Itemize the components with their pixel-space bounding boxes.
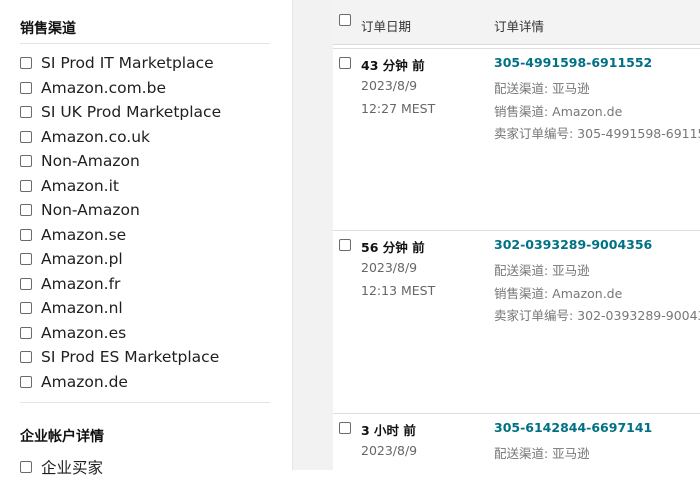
- channel-checkbox[interactable]: [20, 326, 32, 339]
- orders-table: 订单日期 订单详情 43 分钟 前 2023/8/9 12:27 MEST 30…: [333, 0, 700, 470]
- channel-checkbox[interactable]: [20, 277, 32, 290]
- table-row: 43 分钟 前 2023/8/9 12:27 MEST 305-4991598-…: [333, 48, 700, 229]
- channel-filter-option[interactable]: SI Prod ES Marketplace: [20, 345, 280, 370]
- channel-label: Amazon.se: [41, 225, 127, 244]
- order-id-link[interactable]: 305-6142844-6697141: [494, 420, 652, 435]
- order-date: 2023/8/9: [361, 260, 418, 275]
- order-age: 3 小时 前: [361, 423, 416, 438]
- table-row: 3 小时 前 2023/8/9 305-6142844-6697141 配送渠道…: [333, 413, 700, 470]
- order-age: 43 分钟 前: [361, 58, 425, 73]
- order-date: 2023/8/9: [361, 443, 418, 458]
- channel-filter-option[interactable]: Amazon.fr: [20, 272, 280, 297]
- sales-channel-title: 销售渠道: [20, 21, 76, 37]
- channel-label: Amazon.es: [41, 323, 127, 342]
- sales-channel: 销售渠道: Amazon.de: [494, 286, 623, 301]
- channel-filter-option[interactable]: SI Prod IT Marketplace: [20, 51, 280, 76]
- channel-filter-option[interactable]: Amazon.pl: [20, 247, 280, 272]
- table-header: 订单日期 订单详情: [333, 0, 700, 45]
- channel-checkbox[interactable]: [20, 106, 32, 119]
- channel-label: Amazon.fr: [41, 274, 121, 293]
- order-time: 12:13 MEST: [361, 283, 436, 298]
- channel-filter-option[interactable]: Non-Amazon: [20, 198, 280, 223]
- column-header-order-details: 订单详情: [494, 19, 545, 34]
- sales-channel: 销售渠道: Amazon.de: [494, 104, 623, 119]
- sales-channel-list: SI Prod IT Marketplace Amazon.com.be SI …: [20, 51, 280, 394]
- business-account-title: 企业帐户详情: [20, 429, 104, 445]
- channel-label: SI UK Prod Marketplace: [41, 103, 222, 122]
- channel-checkbox[interactable]: [20, 130, 32, 143]
- fulfillment-channel: 配送渠道: 亚马逊: [494, 263, 590, 278]
- row-checkbox[interactable]: [339, 422, 351, 434]
- select-all-checkbox[interactable]: [339, 14, 351, 26]
- section-divider: [20, 402, 270, 403]
- fulfillment-channel: 配送渠道: 亚马逊: [494, 446, 590, 461]
- channel-label: Non-Amazon: [41, 152, 140, 171]
- column-header-order-date[interactable]: 订单日期: [361, 16, 411, 35]
- fulfillment-channel: 配送渠道: 亚马逊: [494, 81, 590, 96]
- channel-filter-option[interactable]: Amazon.it: [20, 174, 280, 199]
- business-buyer-checkbox[interactable]: [20, 461, 32, 474]
- section-divider: [20, 43, 270, 44]
- business-buyer-label: 企业买家: [41, 459, 104, 478]
- channel-label: Non-Amazon: [41, 201, 140, 220]
- channel-checkbox[interactable]: [20, 57, 32, 70]
- channel-label: SI Prod ES Marketplace: [41, 348, 220, 367]
- seller-order-id: 卖家订单编号: 305-4991598-6911552: [494, 126, 700, 141]
- channel-label: Amazon.nl: [41, 299, 123, 318]
- order-date: 2023/8/9: [361, 78, 418, 93]
- layout-gutter: [293, 0, 333, 470]
- channel-label: Amazon.de: [41, 372, 128, 391]
- order-id-link[interactable]: 305-4991598-6911552: [494, 55, 652, 70]
- channel-checkbox[interactable]: [20, 302, 32, 315]
- channel-filter-option[interactable]: Amazon.de: [20, 370, 280, 395]
- channel-filter-option[interactable]: Amazon.se: [20, 223, 280, 248]
- channel-filter-option[interactable]: Amazon.co.uk: [20, 125, 280, 150]
- channel-filter-option[interactable]: Amazon.com.be: [20, 76, 280, 101]
- channel-checkbox[interactable]: [20, 155, 32, 168]
- channel-label: Amazon.it: [41, 176, 119, 195]
- order-age: 56 分钟 前: [361, 240, 425, 255]
- seller-order-id: 卖家订单编号: 302-0393289-9004356: [494, 308, 700, 323]
- order-id-link[interactable]: 302-0393289-9004356: [494, 237, 652, 252]
- channel-checkbox[interactable]: [20, 351, 32, 364]
- row-checkbox[interactable]: [339, 57, 351, 69]
- channel-filter-option[interactable]: Amazon.es: [20, 321, 280, 346]
- channel-label: SI Prod IT Marketplace: [41, 54, 214, 73]
- channel-label: Amazon.pl: [41, 250, 123, 269]
- channel-checkbox[interactable]: [20, 228, 32, 241]
- channel-checkbox[interactable]: [20, 253, 32, 266]
- channel-checkbox[interactable]: [20, 204, 32, 217]
- table-row: 56 分钟 前 2023/8/9 12:13 MEST 302-0393289-…: [333, 230, 700, 411]
- row-checkbox[interactable]: [339, 239, 351, 251]
- channel-checkbox[interactable]: [20, 179, 32, 192]
- channel-filter-option[interactable]: Non-Amazon: [20, 149, 280, 174]
- channel-checkbox[interactable]: [20, 375, 32, 388]
- channel-checkbox[interactable]: [20, 81, 32, 94]
- channel-label: Amazon.co.uk: [41, 127, 151, 146]
- order-time: 12:27 MEST: [361, 101, 436, 116]
- channel-filter-option[interactable]: Amazon.nl: [20, 296, 280, 321]
- business-buyer-option[interactable]: 企业买家: [20, 455, 103, 480]
- filter-sidebar: 销售渠道 SI Prod IT Marketplace Amazon.com.b…: [0, 0, 293, 477]
- channel-filter-option[interactable]: SI UK Prod Marketplace: [20, 100, 280, 125]
- channel-label: Amazon.com.be: [41, 78, 166, 97]
